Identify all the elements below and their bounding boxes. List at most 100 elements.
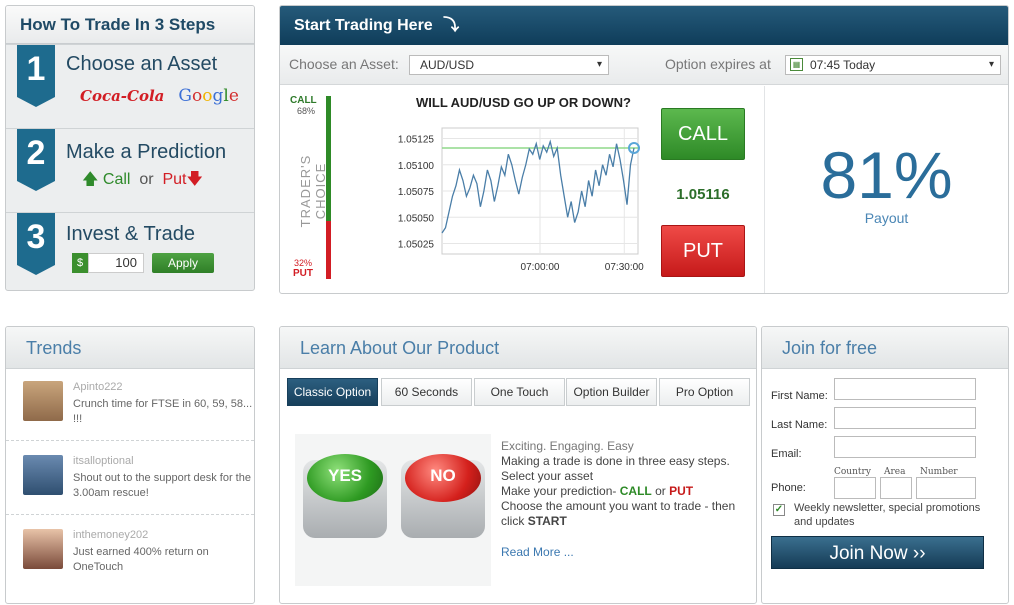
phone-area-field[interactable] (880, 477, 912, 499)
product-description: Exciting. Engaging. Easy Making a trade … (501, 439, 749, 529)
put-button[interactable]: PUT (661, 225, 745, 277)
calendar-icon: ▦ (790, 58, 803, 71)
tc-put-label: PUT (293, 268, 313, 279)
desc-line: Making a trade is done in three easy ste… (501, 454, 730, 468)
trend-message: Crunch time for FTSE in 60, 59, 58... !!… (73, 398, 253, 425)
trading-panel: Start Trading Here ⤵ Choose an Asset: AU… (279, 5, 1009, 294)
expires-label: Option expires at (665, 56, 771, 72)
phone-country-field[interactable] (834, 477, 876, 499)
steps-title: How To Trade In 3 Steps (6, 6, 254, 44)
learn-panel: Learn About Our Product Classic Option 6… (279, 326, 757, 604)
first-name-field[interactable] (834, 378, 976, 400)
country-label: Country (834, 467, 871, 477)
phone-label: Phone: (771, 482, 806, 494)
trend-message: Shout out to the support desk for the 3.… (73, 472, 251, 499)
step-1-label: Choose an Asset (66, 53, 218, 75)
step-1-badge: 1 (17, 45, 55, 107)
step-2: 2 Make a Prediction 🡅 Call or Put🡇 (6, 128, 254, 212)
traders-choice: CALL 68% TRADER'S CHOICE 32% PUT (280, 86, 338, 292)
tc-put-pct: 32% (294, 258, 313, 268)
arrow-up-icon: 🡅 (82, 171, 99, 188)
trend-message: Just earned 400% return on OneTouch (73, 546, 209, 573)
tab-classic-option[interactable]: Classic Option (287, 378, 378, 406)
desc-line: Make your prediction- CALL or PUT (501, 484, 694, 498)
trends-panel: Trends Apinto222 Crunch time for FTSE in… (5, 326, 255, 604)
yes-button-graphic: YES (307, 454, 383, 502)
prediction-hint: 🡅 Call or Put🡇 (82, 168, 203, 195)
trend-item[interactable]: inthemoney202 Just earned 400% return on… (6, 517, 254, 589)
traders-choice-label: TRADER'S CHOICE (298, 154, 328, 228)
tab-pro-option[interactable]: Pro Option (659, 378, 750, 406)
trend-user: inthemoney202 (73, 529, 149, 541)
newsletter-checkbox[interactable]: ✓ (773, 504, 785, 516)
step-3: 3 Invest & Trade $100 Apply (6, 212, 254, 290)
x-tick-label: 07:30:00 (605, 262, 644, 273)
coca-cola-logo: Coca-Cola (80, 87, 165, 105)
trading-header: Start Trading Here ⤵ (280, 6, 1008, 45)
trend-item[interactable]: itsalloptional Shout out to the support … (6, 443, 254, 515)
no-button-graphic: NO (405, 454, 481, 502)
email-label: Email: (771, 448, 802, 460)
avatar (23, 381, 63, 421)
google-logo: Google (178, 86, 239, 106)
first-name-label: First Name: (771, 390, 828, 402)
tab-60-seconds[interactable]: 60 Seconds (381, 378, 472, 406)
step-2-label: Make a Prediction (66, 141, 227, 163)
step-3-label: Invest & Trade (66, 223, 195, 245)
asset-label: Choose an Asset: (289, 56, 399, 72)
last-name-field[interactable] (834, 407, 976, 429)
brand-logos: Coca-Cola Google (80, 86, 239, 106)
put-text: Put (162, 171, 187, 188)
apply-button[interactable]: Apply (152, 253, 214, 273)
expiry-value: 07:45 Today (810, 58, 876, 72)
last-name-label: Last Name: (771, 419, 828, 431)
payout-box: 81% Payout (764, 86, 1008, 293)
area-label: Area (884, 467, 906, 477)
trading-title: Start Trading Here (294, 17, 433, 34)
arrow-down-icon: 🡇 (186, 171, 203, 188)
phone-number-field[interactable] (916, 477, 976, 499)
step-3-badge: 3 (17, 213, 55, 275)
yes-no-buttons-image: YES NO (295, 434, 491, 586)
expiry-select[interactable]: ▦ 07:45 Today (785, 55, 1001, 75)
payout-percentage: 81% (820, 138, 953, 212)
join-panel: Join for free First Name: Last Name: Ema… (761, 326, 1009, 604)
payout-label: Payout (864, 210, 909, 226)
desc-line: Choose the amount you want to trade - th… (501, 499, 736, 528)
how-to-trade-panel: How To Trade In 3 Steps 1 Choose an Asse… (5, 5, 255, 291)
curved-arrow-icon: ⤵ (443, 17, 460, 34)
read-more-link[interactable]: Read More ... (501, 545, 574, 559)
y-tick-label: 1.05125 (398, 135, 435, 146)
trend-user: Apinto222 (73, 381, 123, 393)
join-now-button[interactable]: Join Now ›› (771, 536, 984, 569)
chart-question: WILL AUD/USD GO UP OR DOWN? (416, 95, 631, 110)
trends-title: Trends (6, 327, 254, 369)
amount-input[interactable]: 100 (88, 253, 144, 273)
trade-filters: Choose an Asset: AUD/USD Option expires … (280, 45, 1008, 85)
currency-icon: $ (72, 253, 88, 273)
tab-one-touch[interactable]: One Touch (474, 378, 565, 406)
trend-item[interactable]: Apinto222 Crunch time for FTSE in 60, 59… (6, 369, 254, 441)
price-chart: 1.05125 1.05100 1.05075 1.05050 1.05025 07:00… (398, 127, 644, 273)
y-tick-label: 1.05025 (398, 240, 435, 251)
avatar (23, 455, 63, 495)
number-label: Number (920, 467, 958, 477)
tc-call-pct: 68% (297, 106, 316, 116)
avatar (23, 529, 63, 569)
join-title: Join for free (762, 327, 1008, 369)
tab-option-builder[interactable]: Option Builder (566, 378, 657, 406)
trend-user: itsalloptional (73, 455, 134, 467)
invest-row: $100 Apply (72, 253, 214, 273)
current-price: 1.05116 (676, 186, 730, 203)
email-field[interactable] (834, 436, 976, 458)
y-tick-label: 1.05100 (398, 161, 435, 172)
call-text: Call (102, 171, 131, 188)
x-tick-label: 07:00:00 (521, 262, 560, 273)
learn-title: Learn About Our Product (280, 327, 756, 369)
asset-select[interactable]: AUD/USD (409, 55, 609, 75)
or-text: or (139, 171, 154, 188)
call-button[interactable]: CALL (661, 108, 745, 160)
step-1: 1 Choose an Asset Coca-Cola Google (6, 44, 254, 128)
newsletter-label: Weekly newsletter, special promotions an… (794, 502, 981, 528)
tc-call-label: CALL (290, 95, 317, 106)
